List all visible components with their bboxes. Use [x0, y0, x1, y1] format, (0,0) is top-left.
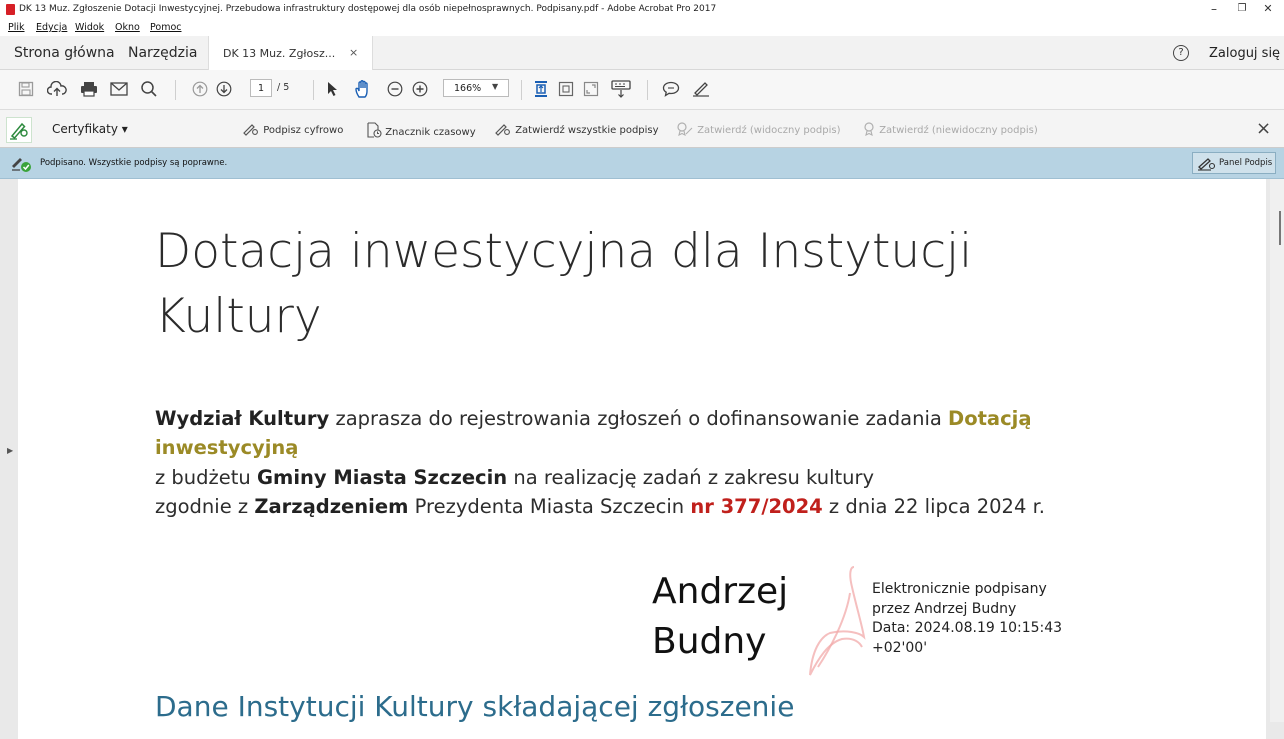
comment-icon[interactable]: [660, 78, 682, 100]
login-link[interactable]: Zaloguj się: [1209, 46, 1280, 61]
menu-view[interactable]: Widok: [75, 22, 104, 33]
close-window-button[interactable]: ✕: [1258, 2, 1278, 15]
ordinance-date: z dnia 22 lipca 2024 r.: [822, 494, 1045, 518]
validate-all-signatures-button[interactable]: Zatwierdź wszystkie podpisy: [494, 122, 659, 136]
fit-page-icon[interactable]: [530, 78, 552, 100]
signature-panel-button[interactable]: Panel Podpis: [1192, 152, 1276, 174]
minimize-button[interactable]: –: [1204, 2, 1224, 16]
hand-tool-icon[interactable]: [352, 78, 374, 100]
signature-detail-line: Data: 2024.08.19 10:15:43: [872, 620, 1063, 637]
page-number-input[interactable]: 1: [250, 79, 272, 97]
menu-edit[interactable]: Edycja: [36, 22, 67, 33]
select-cursor-icon[interactable]: [324, 78, 340, 100]
timestamp-button[interactable]: Znacznik czasowy: [366, 122, 476, 138]
main-toolbar: [0, 70, 1284, 110]
tab-home[interactable]: Strona główna: [14, 45, 115, 61]
print-icon[interactable]: [78, 78, 100, 100]
zoom-out-icon[interactable]: [385, 78, 405, 100]
vertical-scrollbar[interactable]: [1270, 179, 1284, 722]
signature-panel-label: Panel Podpis: [1219, 158, 1273, 168]
legal-text: zgodnie z: [155, 494, 255, 518]
document-title: Dotacja inwestycyjna dla Instytucji Kult…: [155, 224, 973, 344]
signer-last-name: Budny: [652, 621, 767, 663]
zoom-select[interactable]: 166% ▼: [443, 79, 509, 97]
certificates-menu[interactable]: Certyfikaty ▾: [52, 122, 128, 136]
restore-button[interactable]: ❐: [1232, 3, 1252, 14]
signature-details: Elektronicznie podpisany przez Andrzej B…: [872, 580, 1062, 658]
ordinance-number: nr 377/2024: [690, 494, 823, 518]
fit-width-icon[interactable]: [556, 78, 576, 100]
menu-window[interactable]: Okno: [115, 22, 140, 33]
zoom-in-icon[interactable]: [410, 78, 430, 100]
ordinance-label: Zarządzeniem: [254, 494, 409, 518]
validate-visible-signature-button[interactable]: Zatwierdź (widoczny podpis): [676, 122, 841, 137]
menu-bar: Plik Edycja Widok Okno Pomoc: [0, 20, 1284, 36]
intro-text: zaprasza do rejestrowania zgłoszeń o dof…: [329, 407, 949, 430]
signature-detail-line: +02'00': [872, 639, 928, 656]
signature-status-message: Podpisano. Wszystkie podpisy są poprawne…: [40, 158, 228, 168]
signature-panel-icon: [1197, 156, 1217, 175]
previous-page-icon[interactable]: [190, 78, 210, 100]
full-screen-icon[interactable]: [581, 78, 601, 100]
validate-all-label: Zatwierdź wszystkie podpisy: [515, 125, 659, 136]
title-bar: DK 13 Muz. Zgłoszenie Dotacji Inwestycyj…: [0, 0, 1284, 20]
scrollbar-thumb[interactable]: [1279, 211, 1281, 245]
sign-digitally-label: Podpisz cyfrowo: [263, 125, 344, 136]
municipality-name: Gminy Miasta Szczecin: [257, 465, 508, 489]
signature-detail-line: Elektronicznie podpisany: [872, 581, 1047, 597]
menu-help[interactable]: Pomoc: [150, 22, 182, 33]
signer-first-name: Andrzej: [652, 571, 789, 612]
chevron-down-icon: ▼: [492, 82, 499, 91]
next-page-icon[interactable]: [214, 78, 234, 100]
validate-invisible-signature-button[interactable]: Zatwierdź (niewidoczny podpis): [862, 122, 1038, 137]
close-certificates-icon[interactable]: ×: [1256, 118, 1271, 139]
validate-visible-label: Zatwierdź (widoczny podpis): [697, 125, 841, 136]
tab-bar: Strona główna Narzędzia DK 13 Muz. Zgłos…: [0, 36, 1284, 70]
certificates-toolbar: Certyfikaty ▾ Podpisz cyfrowo Znacznik c…: [0, 110, 1284, 148]
pdf-file-icon: [6, 4, 15, 15]
keyboard-scroll-icon[interactable]: [610, 78, 632, 100]
timestamp-label: Znacznik czasowy: [385, 127, 476, 138]
zoom-value: 166%: [454, 83, 482, 94]
tab-tools[interactable]: Narzędzia: [128, 45, 197, 61]
sign-digitally-button[interactable]: Podpisz cyfrowo: [242, 122, 343, 136]
sign-pen-icon[interactable]: [690, 78, 712, 100]
purpose-text: na realizację zadań z zakresu kultury: [507, 465, 875, 489]
save-icon[interactable]: [16, 78, 36, 100]
department-name: Wydział Kultury: [155, 407, 330, 430]
section-heading: Dane Instytucji Kultury składającej zgło…: [155, 690, 795, 723]
certificates-label: Certyfikaty: [52, 122, 118, 136]
validate-invisible-label: Zatwierdź (niewidoczny podpis): [879, 125, 1038, 136]
signature-detail-line: przez Andrzej Budny: [872, 600, 1017, 617]
close-tab-icon[interactable]: ×: [349, 46, 358, 59]
expand-side-panel-icon[interactable]: ▶: [7, 446, 13, 455]
menu-file[interactable]: Plik: [8, 22, 25, 33]
search-icon[interactable]: [138, 78, 160, 100]
upload-cloud-icon[interactable]: [46, 78, 68, 100]
adobe-signature-watermark-icon: [809, 566, 866, 676]
budget-text: z budżetu: [155, 465, 257, 489]
email-icon[interactable]: [108, 78, 130, 100]
tab-document[interactable]: DK 13 Muz. Zgłosz... ×: [208, 36, 373, 70]
president-text: Prezydenta Miasta Szczecin: [408, 494, 691, 518]
signature-name: Andrzej Budny: [652, 567, 788, 668]
signature-status-bar: Podpisano. Wszystkie podpisy są poprawne…: [0, 148, 1284, 179]
help-icon[interactable]: ?: [1173, 45, 1189, 61]
page-total: / 5: [277, 82, 290, 93]
certificate-tool-icon[interactable]: [6, 117, 32, 143]
intro-paragraph: Wydział Kultury zaprasza do rejestrowani…: [155, 404, 1165, 521]
document-tab-label: DK 13 Muz. Zgłosz...: [223, 47, 336, 60]
window-title: DK 13 Muz. Zgłoszenie Dotacji Inwestycyj…: [19, 4, 717, 14]
signature-valid-icon: [10, 154, 34, 178]
